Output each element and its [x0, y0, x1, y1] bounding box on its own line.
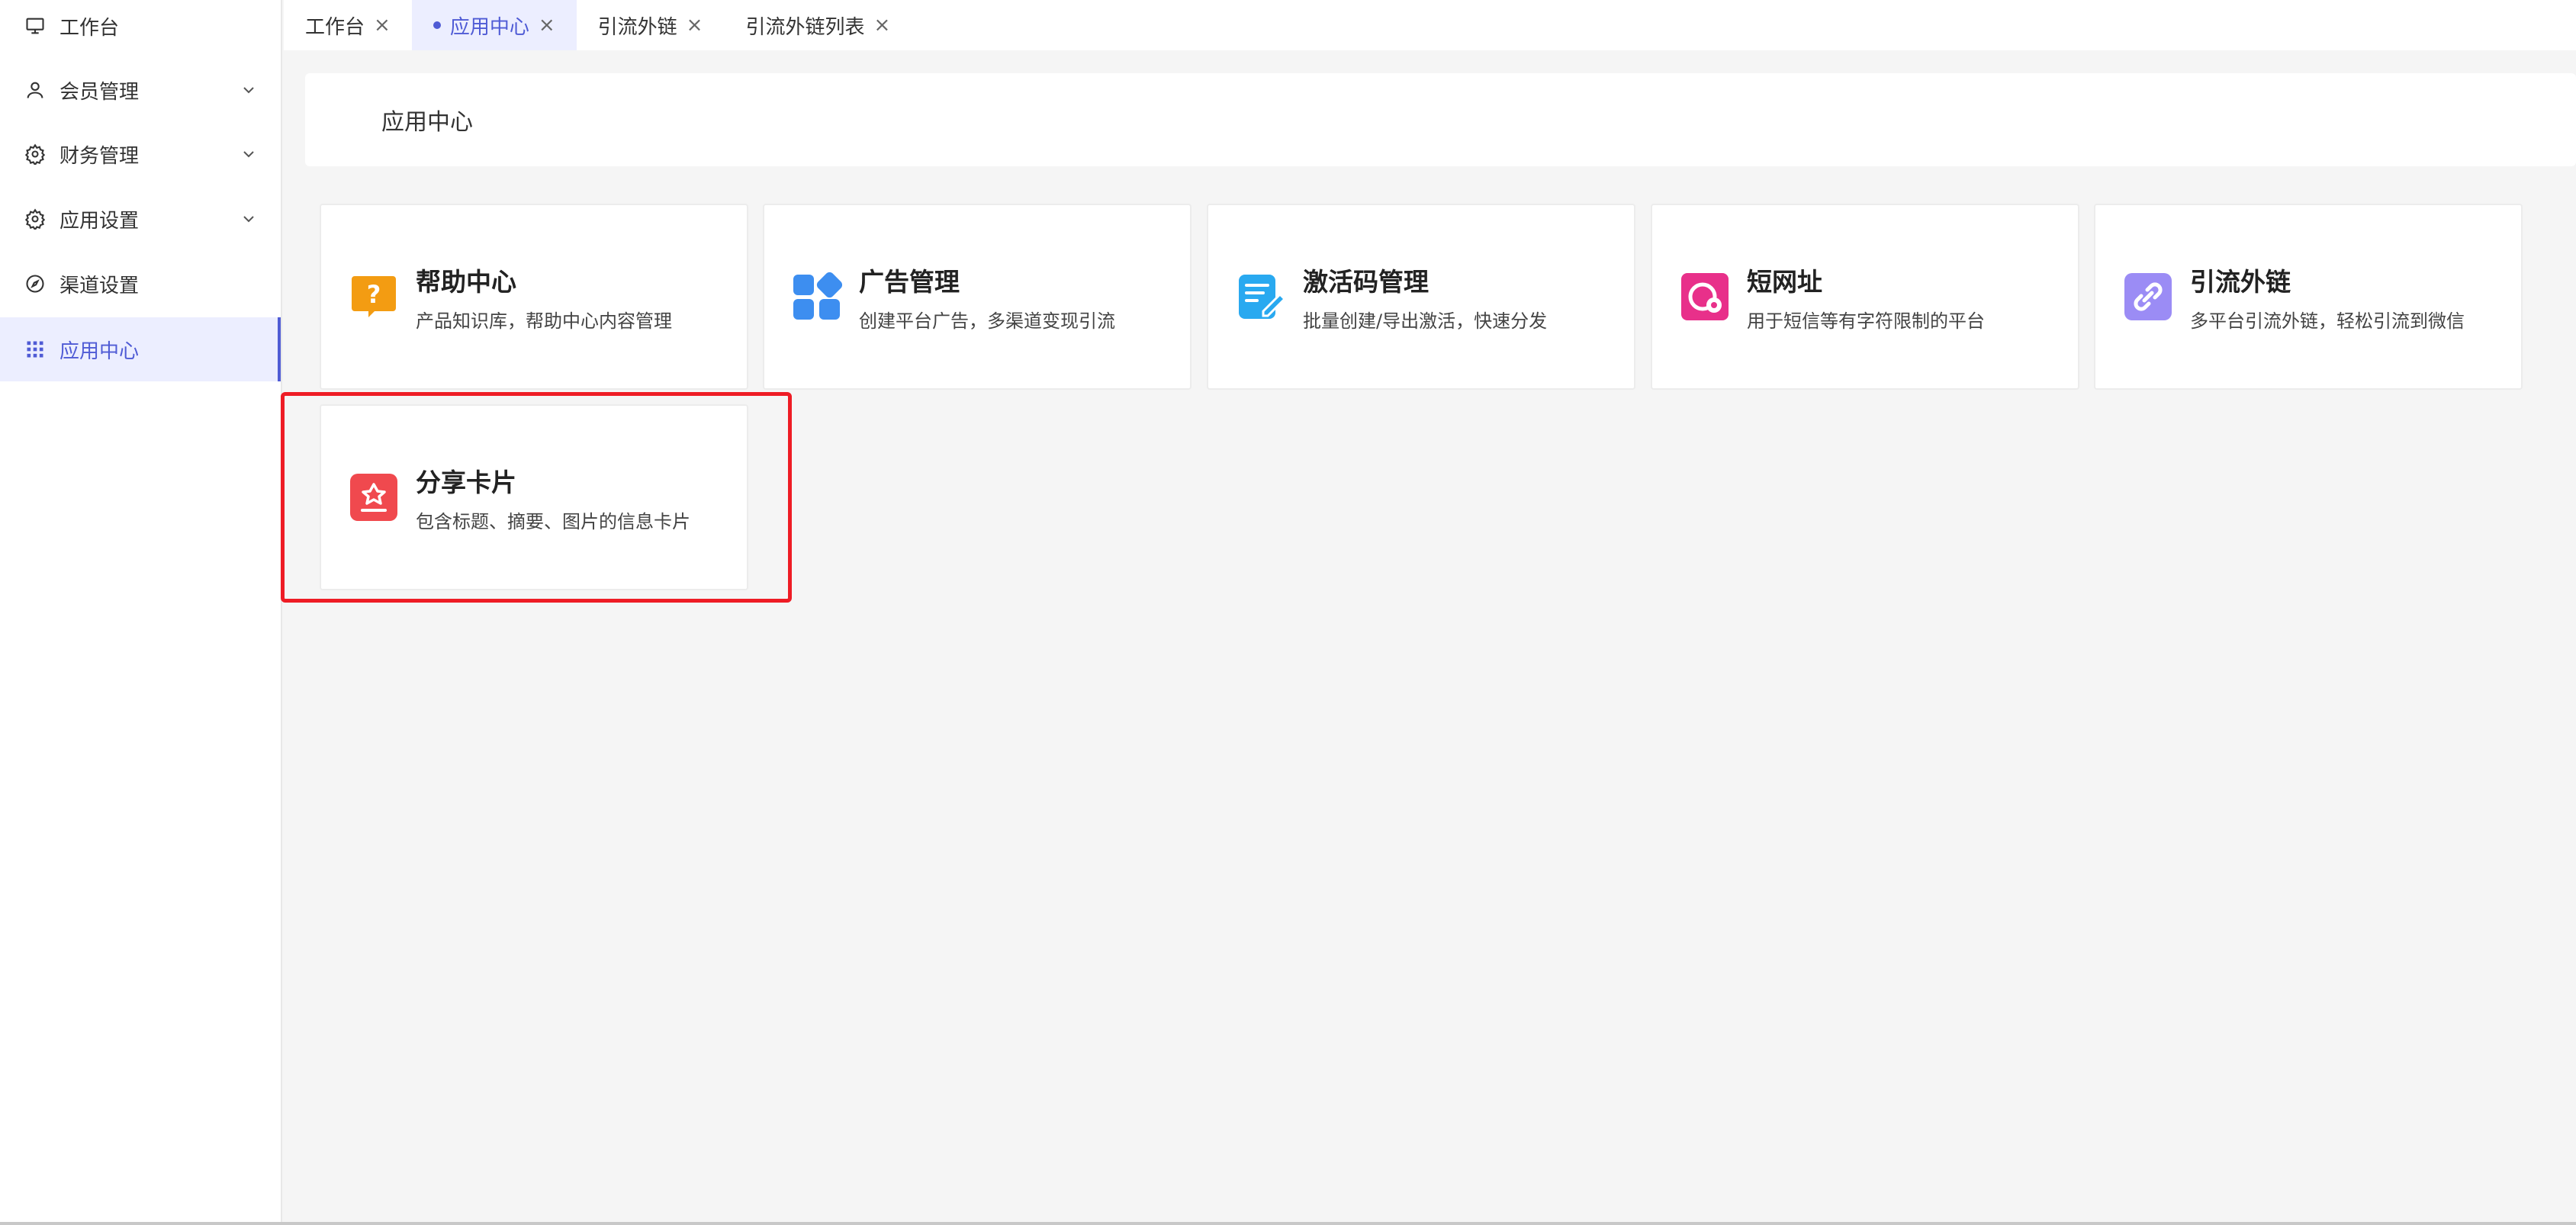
- card-desc: 用于短信等有字符限制的平台: [1747, 310, 1985, 332]
- chevron-down-icon: [243, 87, 254, 94]
- tab-app-center[interactable]: 应用中心 ×: [411, 0, 577, 50]
- tab-traffic-link[interactable]: 引流外链 ×: [577, 0, 725, 50]
- sidebar-item-members[interactable]: 会员管理: [0, 58, 281, 122]
- grid-icon: [24, 339, 46, 360]
- app-card-short-url[interactable]: 短网址 用于短信等有字符限制的平台: [1651, 204, 2079, 390]
- sidebar-item-label: 会员管理: [59, 80, 140, 104]
- page-header: 应用中心: [305, 73, 2576, 166]
- app-card-activation-code[interactable]: 激活码管理 批量创建/导出激活，快速分发: [1207, 204, 1635, 390]
- share-card-icon: [349, 472, 399, 522]
- tab-traffic-link-list[interactable]: 引流外链列表 ×: [724, 0, 912, 50]
- app-card-help-center[interactable]: ? 帮助中心 产品知识库，帮助中心内容管理: [320, 204, 748, 390]
- close-icon[interactable]: ×: [374, 14, 391, 37]
- sidebar: 工作台 会员管理 财务管理 应用设置 渠道设置 应用中心: [0, 0, 282, 1225]
- gear-icon: [24, 208, 46, 230]
- sidebar-item-workbench[interactable]: 工作台: [0, 0, 281, 58]
- sidebar-item-label: 财务管理: [59, 144, 140, 168]
- user-icon: [24, 79, 46, 101]
- card-title: 广告管理: [859, 266, 960, 297]
- active-dot: [433, 21, 441, 29]
- sidebar-item-app-settings[interactable]: 应用设置: [0, 187, 281, 251]
- card-desc: 批量创建/导出激活，快速分发: [1303, 310, 1548, 332]
- tab-label: 应用中心: [449, 15, 529, 39]
- tab-workbench[interactable]: 工作台 ×: [284, 0, 412, 50]
- tab-label: 工作台: [305, 15, 365, 39]
- sidebar-item-label: 应用设置: [59, 209, 140, 233]
- card-desc: 产品知识库，帮助中心内容管理: [416, 310, 672, 332]
- chevron-down-icon: [243, 151, 254, 158]
- sidebar-item-app-center[interactable]: 应用中心: [0, 317, 281, 381]
- close-icon[interactable]: ×: [539, 14, 555, 37]
- app-card-ad-management[interactable]: 广告管理 创建平台广告，多渠道变现引流: [763, 204, 1192, 390]
- card-title: 短网址: [1747, 266, 1822, 297]
- sidebar-item-finance[interactable]: 财务管理: [0, 122, 281, 186]
- monitor-icon: [24, 15, 46, 37]
- sidebar-item-label: 应用中心: [59, 339, 140, 363]
- sidebar-item-label: 渠道设置: [59, 274, 140, 297]
- link-gear-icon: [1680, 272, 1730, 322]
- apps-icon: [792, 272, 842, 322]
- svg-text:?: ?: [367, 280, 381, 309]
- card-desc: 创建平台广告，多渠道变现引流: [859, 310, 1115, 332]
- card-title: 激活码管理: [1303, 266, 1429, 297]
- card-title: 帮助中心: [416, 266, 516, 297]
- tab-bar: 工作台 × 应用中心 × 引流外链 × 引流外链列表 ×: [284, 0, 2576, 50]
- compass-icon: [24, 273, 46, 294]
- card-desc: 多平台引流外链，轻松引流到微信: [2190, 310, 2465, 332]
- edit-doc-icon: [1236, 272, 1286, 322]
- card-desc: 包含标题、摘要、图片的信息卡片: [416, 510, 690, 532]
- page-title: 应用中心: [381, 109, 473, 136]
- card-title: 分享卡片: [416, 467, 516, 497]
- close-icon[interactable]: ×: [687, 14, 703, 37]
- tab-label: 引流外链列表: [745, 15, 865, 39]
- chevron-down-icon: [243, 216, 254, 223]
- app: 工作台 会员管理 财务管理 应用设置 渠道设置 应用中心 工作台 × 应用中心 …: [0, 0, 2576, 1225]
- chain-link-icon: [2123, 272, 2173, 322]
- sidebar-item-channel-settings[interactable]: 渠道设置: [0, 252, 281, 316]
- sidebar-item-label: 工作台: [59, 16, 120, 40]
- card-title: 引流外链: [2190, 266, 2291, 297]
- bottom-border: [0, 1222, 2576, 1225]
- app-card-traffic-link[interactable]: 引流外链 多平台引流外链，轻松引流到微信: [2094, 204, 2523, 390]
- close-icon[interactable]: ×: [873, 14, 890, 37]
- gear-icon: [24, 143, 46, 165]
- tab-label: 引流外链: [597, 15, 677, 39]
- app-card-share-card[interactable]: 分享卡片 包含标题、摘要、图片的信息卡片: [320, 404, 748, 590]
- help-icon: ?: [349, 272, 399, 322]
